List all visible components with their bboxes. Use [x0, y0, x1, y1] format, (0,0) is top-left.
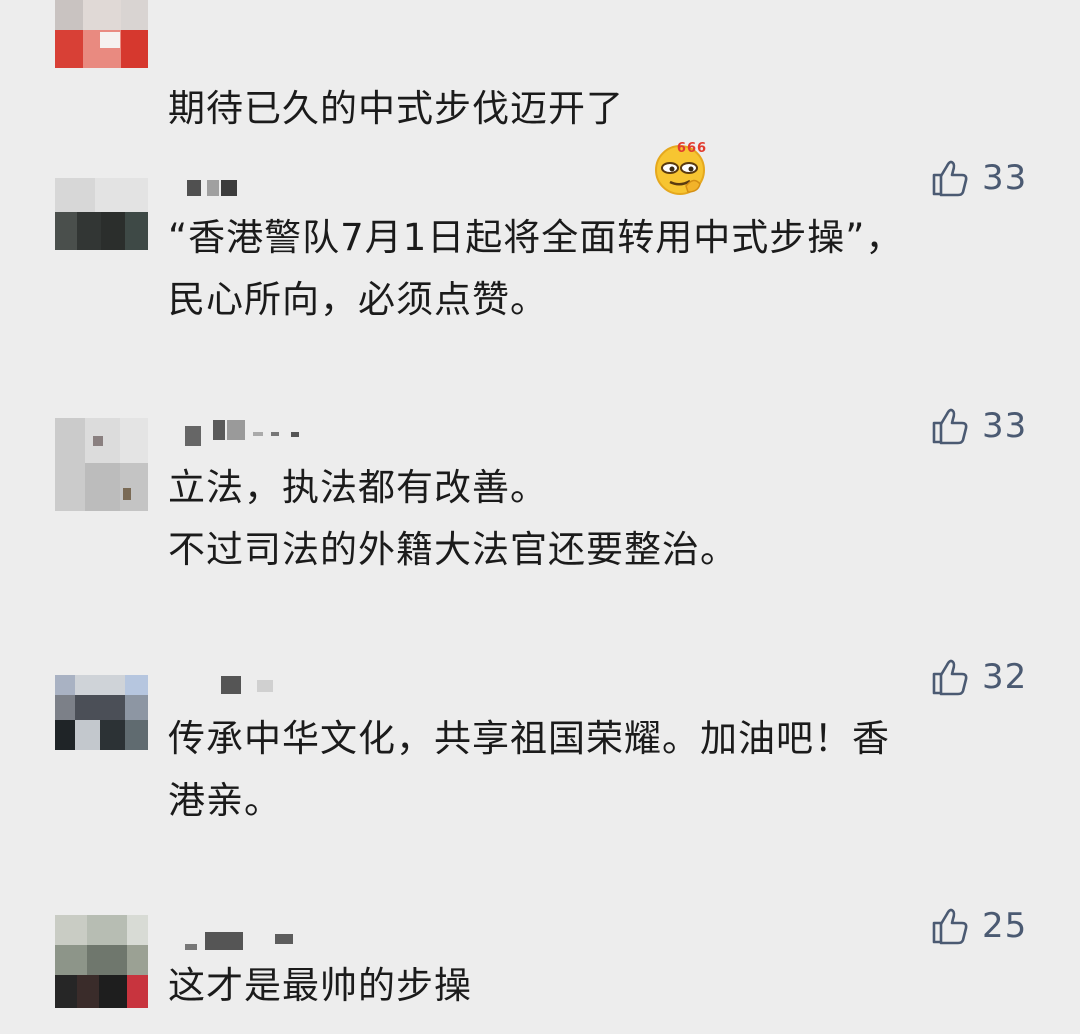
avatar[interactable]	[55, 675, 148, 750]
like-count: 33	[982, 406, 1028, 446]
thumbs-up-icon	[930, 158, 970, 198]
like-count: 33	[982, 158, 1028, 198]
comment-text: 期待已久的中式步伐迈开了 666	[168, 16, 1028, 195]
username[interactable]	[185, 676, 275, 696]
comment-text: 传承中华文化，共享祖国荣耀。加油吧！香 港亲。	[168, 717, 890, 822]
like-button[interactable]: 33	[930, 406, 1027, 446]
thumbs-up-icon	[930, 406, 970, 446]
avatar[interactable]	[55, 178, 148, 250]
thumbs-up-icon	[930, 906, 970, 946]
username[interactable]	[185, 420, 315, 446]
username[interactable]	[185, 180, 245, 200]
avatar[interactable]	[55, 915, 148, 1008]
like-count: 25	[982, 906, 1028, 946]
thumbs-up-icon	[930, 657, 970, 697]
666-emoji-icon: 666	[652, 78, 708, 195]
like-button[interactable]: 33	[930, 158, 1027, 198]
username[interactable]	[185, 932, 315, 952]
svg-text:666: 666	[677, 141, 707, 156]
comment-text: “香港警队7月1日起将全面转用中式步操”， 民心所向，必须点赞。	[168, 216, 904, 321]
like-button[interactable]: 32	[930, 657, 1027, 697]
avatar[interactable]	[55, 418, 148, 511]
like-button[interactable]: 25	[930, 906, 1027, 946]
comment-text: 立法，执法都有改善。 不过司法的外籍大法官还要整治。	[168, 466, 738, 571]
like-count: 32	[982, 657, 1028, 697]
avatar[interactable]	[55, 0, 148, 68]
comment-text: 这才是最帅的步操	[168, 964, 472, 1007]
